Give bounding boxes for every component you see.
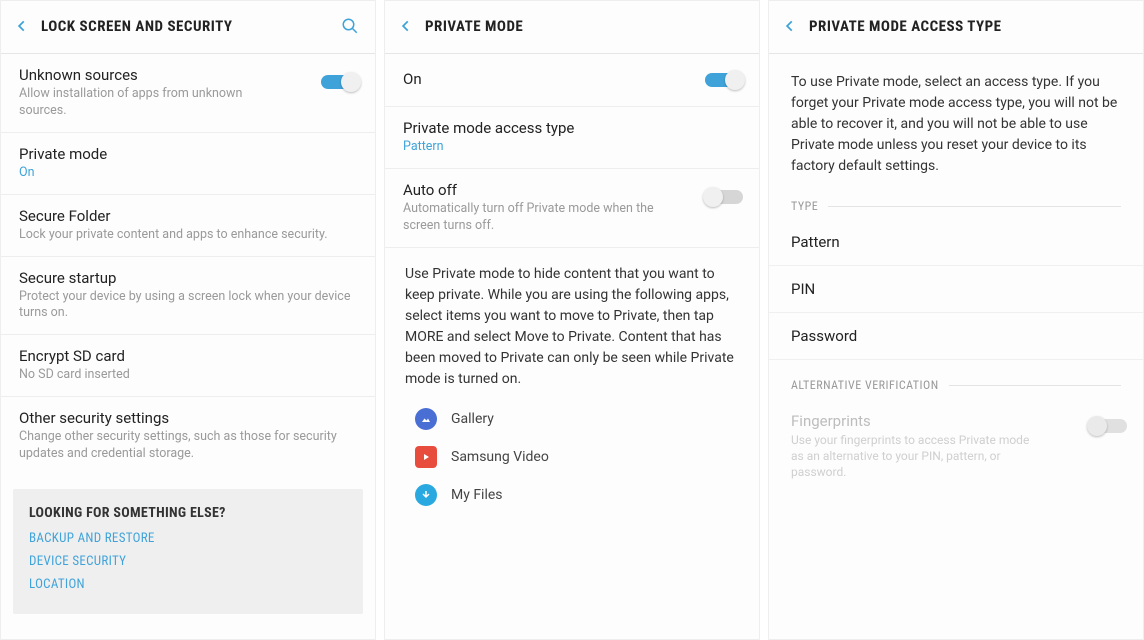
settings-list: Unknown sources Allow installation of ap… xyxy=(1,54,375,614)
type-pattern[interactable]: Pattern xyxy=(769,219,1143,266)
setting-title: On xyxy=(403,70,741,88)
setting-private-on[interactable]: On xyxy=(385,54,759,107)
search-icon[interactable] xyxy=(339,15,361,37)
setting-other-security[interactable]: Other security settings Change other sec… xyxy=(1,397,375,475)
panel-private-mode: PRIVATE MODE On Private mode access type… xyxy=(384,0,760,640)
app-label: Samsung Video xyxy=(451,449,549,465)
setting-title: Fingerprints xyxy=(791,412,1121,430)
type-pin[interactable]: PIN xyxy=(769,266,1143,313)
gallery-icon xyxy=(415,408,437,430)
setting-title: Private mode xyxy=(19,145,357,163)
app-label: My Files xyxy=(451,487,503,503)
panel-header: LOCK SCREEN AND SECURITY xyxy=(1,1,375,54)
back-icon[interactable] xyxy=(9,13,35,39)
suggest-link-device-security[interactable]: DEVICE SECURITY xyxy=(29,554,347,569)
setting-fingerprints: Fingerprints Use your fingerprints to ac… xyxy=(769,398,1143,495)
setting-title: Auto off xyxy=(403,181,741,199)
files-icon xyxy=(415,484,437,506)
video-icon xyxy=(415,446,437,468)
setting-subtitle: Protect your device by using a screen lo… xyxy=(19,289,357,323)
setting-secure-folder[interactable]: Secure Folder Lock your private content … xyxy=(1,195,375,257)
setting-title: Secure startup xyxy=(19,269,357,287)
panel-header: PRIVATE MODE ACCESS TYPE xyxy=(769,1,1143,54)
toggle-unknown-sources[interactable] xyxy=(321,72,359,92)
panel-header: PRIVATE MODE xyxy=(385,1,759,54)
toggle-auto-off[interactable] xyxy=(705,187,743,207)
setting-subtitle: Use your fingerprints to access Private … xyxy=(791,432,1041,481)
back-icon[interactable] xyxy=(393,13,419,39)
setting-subtitle: Change other security settings, such as … xyxy=(19,429,357,463)
setting-encrypt-sd-card[interactable]: Encrypt SD card No SD card inserted xyxy=(1,335,375,397)
setting-subtitle: Lock your private content and apps to en… xyxy=(19,227,357,244)
app-gallery: Gallery xyxy=(385,400,739,438)
setting-auto-off[interactable]: Auto off Automatically turn off Private … xyxy=(385,169,759,248)
setting-title: Private mode access type xyxy=(403,119,741,137)
type-password[interactable]: Password xyxy=(769,313,1143,360)
private-mode-description: Use Private mode to hide content that yo… xyxy=(385,248,759,400)
setting-private-mode[interactable]: Private mode On xyxy=(1,133,375,195)
setting-subtitle: Pattern xyxy=(403,139,741,156)
setting-subtitle: No SD card inserted xyxy=(19,367,357,384)
suggestion-title: LOOKING FOR SOMETHING ELSE? xyxy=(29,505,347,521)
setting-subtitle: Automatically turn off Private mode when… xyxy=(403,201,663,235)
setting-subtitle: On xyxy=(19,165,357,182)
app-my-files: My Files xyxy=(385,476,739,514)
section-type-header: TYPE xyxy=(769,189,1143,219)
back-icon[interactable] xyxy=(777,13,803,39)
setting-secure-startup[interactable]: Secure startup Protect your device by us… xyxy=(1,257,375,336)
suggest-link-location[interactable]: LOCATION xyxy=(29,577,347,592)
setting-title: Encrypt SD card xyxy=(19,347,357,365)
setting-title: Other security settings xyxy=(19,409,357,427)
setting-title: Secure Folder xyxy=(19,207,357,225)
page-title: LOCK SCREEN AND SECURITY xyxy=(41,17,333,35)
app-samsung-video: Samsung Video xyxy=(385,438,739,476)
suggestion-card: LOOKING FOR SOMETHING ELSE? BACKUP AND R… xyxy=(13,489,363,614)
section-label: TYPE xyxy=(791,199,818,213)
panel-lock-screen-security: LOCK SCREEN AND SECURITY Unknown sources… xyxy=(0,0,376,640)
app-label: Gallery xyxy=(451,411,494,427)
access-type-intro: To use Private mode, select an access ty… xyxy=(769,54,1143,189)
section-alt-verification-header: ALTERNATIVE VERIFICATION xyxy=(769,360,1143,398)
settings-list: On Private mode access type Pattern Auto… xyxy=(385,54,759,514)
section-label: ALTERNATIVE VERIFICATION xyxy=(791,378,939,392)
setting-access-type[interactable]: Private mode access type Pattern xyxy=(385,107,759,169)
toggle-private-on[interactable] xyxy=(705,70,743,90)
setting-subtitle: Allow installation of apps from unknown … xyxy=(19,86,269,120)
page-title: PRIVATE MODE ACCESS TYPE xyxy=(809,17,1129,35)
setting-unknown-sources[interactable]: Unknown sources Allow installation of ap… xyxy=(1,54,375,133)
toggle-fingerprints xyxy=(1089,416,1127,436)
page-title: PRIVATE MODE xyxy=(425,17,745,35)
panel-private-mode-access-type: PRIVATE MODE ACCESS TYPE To use Private … xyxy=(768,0,1144,640)
suggest-link-backup-restore[interactable]: BACKUP AND RESTORE xyxy=(29,531,347,546)
setting-title: Unknown sources xyxy=(19,66,357,84)
